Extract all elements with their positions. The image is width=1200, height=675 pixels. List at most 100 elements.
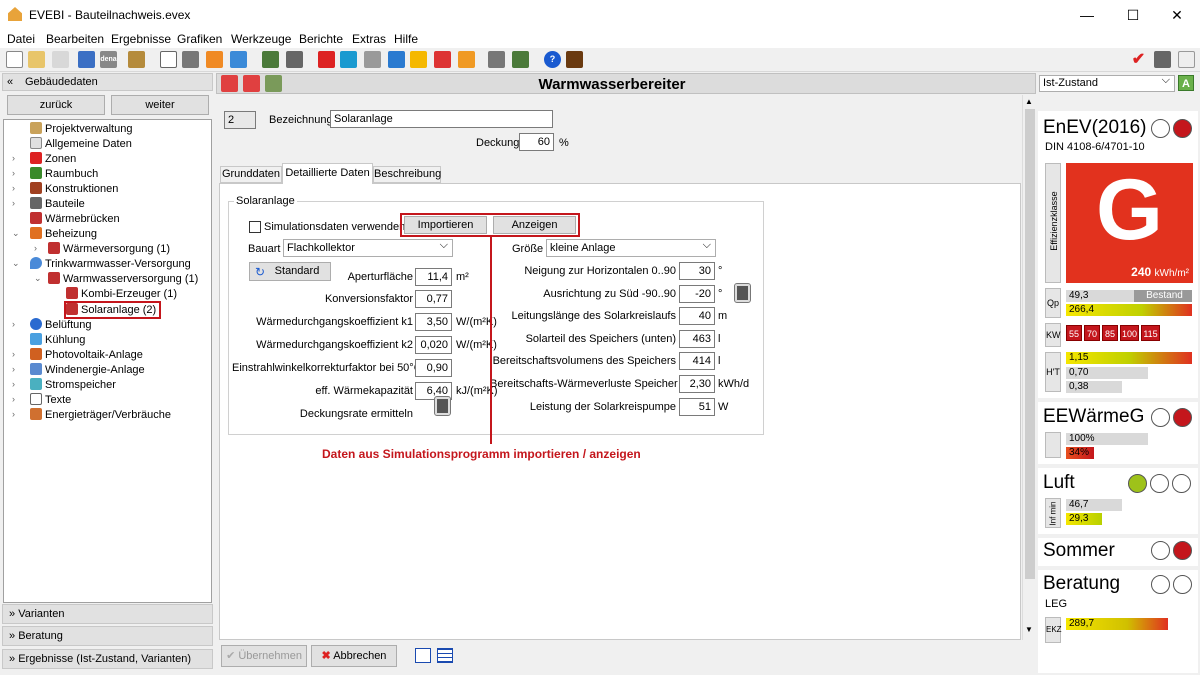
- tree-item-waermebruecken[interactable]: Wärmebrücken: [30, 212, 120, 227]
- list-icon[interactable]: [182, 51, 199, 68]
- tree-item-allgemeine-daten[interactable]: Allgemeine Daten: [30, 137, 132, 152]
- tree-item-kombi-erzeuger[interactable]: Kombi-Erzeuger (1): [66, 287, 177, 302]
- tree-item-trinkwarmwasser[interactable]: Trinkwarmwasser-Versorgung: [30, 257, 191, 272]
- tree-item-waermeversorgung[interactable]: Wärmeversorgung (1): [48, 242, 170, 257]
- field-input[interactable]: 463: [679, 330, 715, 348]
- tree-item-photovoltaik[interactable]: Photovoltaik-Anlage: [30, 348, 143, 363]
- menu-ergebnisse[interactable]: Ergebnisse: [111, 32, 171, 46]
- chart-icon[interactable]: [1178, 51, 1195, 68]
- calculator-icon[interactable]: [734, 283, 751, 303]
- scroll-thumb[interactable]: [1025, 109, 1035, 579]
- menu-bearbeiten[interactable]: Bearbeiten: [46, 32, 104, 46]
- menu-extras[interactable]: Extras: [352, 32, 386, 46]
- field-input[interactable]: 0,90: [415, 359, 452, 377]
- expand-icon[interactable]: ›: [12, 319, 15, 329]
- left-pane-header[interactable]: « Gebäudedaten: [2, 73, 213, 91]
- bauart-select[interactable]: Flachkollektor: [283, 237, 453, 257]
- menu-grafiken[interactable]: Grafiken: [177, 32, 222, 46]
- calc-icon[interactable]: [286, 51, 303, 68]
- calculator-icon[interactable]: [434, 396, 451, 416]
- menu-berichte[interactable]: Berichte: [299, 32, 343, 46]
- field-input[interactable]: 0,77: [415, 290, 452, 308]
- tree-item-raumbuch[interactable]: Raumbuch: [30, 167, 98, 182]
- report-icon[interactable]: [488, 51, 505, 68]
- beratung-panel[interactable]: » Beratung: [2, 626, 213, 646]
- menu-hilfe[interactable]: Hilfe: [394, 32, 418, 46]
- a-icon[interactable]: A: [1178, 75, 1194, 91]
- field-input[interactable]: 3,50: [415, 313, 452, 331]
- expand-icon[interactable]: ›: [12, 394, 15, 404]
- export-icon[interactable]: [206, 51, 223, 68]
- back-button[interactable]: zurück: [7, 95, 105, 115]
- ergebnisse-panel[interactable]: » Ergebnisse (Ist-Zustand, Varianten): [2, 649, 213, 669]
- number-field[interactable]: 2: [224, 111, 256, 129]
- minimize-button[interactable]: —: [1064, 4, 1110, 26]
- field-input[interactable]: 11,4: [415, 268, 452, 286]
- dena-icon[interactable]: dena: [100, 51, 117, 68]
- scroll-up-icon[interactable]: ▲: [1025, 97, 1033, 106]
- expand-icon[interactable]: ›: [12, 409, 15, 419]
- show-button[interactable]: Anzeigen: [493, 216, 576, 234]
- forward-button[interactable]: weiter: [111, 95, 209, 115]
- device-icon[interactable]: [566, 51, 583, 68]
- simulation-checkbox[interactable]: [249, 221, 261, 233]
- field-input[interactable]: 0,020: [415, 336, 452, 354]
- grid-icon[interactable]: [340, 51, 357, 68]
- field-input[interactable]: 30: [679, 262, 715, 280]
- field-input[interactable]: -20: [679, 285, 715, 303]
- tree-item-konstruktionen[interactable]: Konstruktionen: [30, 182, 118, 197]
- collapse-icon[interactable]: ⌄: [12, 228, 20, 239]
- tree-item-windenergie[interactable]: Windenergie-Anlage: [30, 363, 145, 378]
- tree-item-projektverwaltung[interactable]: Projektverwaltung: [30, 122, 132, 137]
- tree-icon[interactable]: [262, 51, 279, 68]
- tree-item-warmwasserversorgung[interactable]: Warmwasserversorgung (1): [48, 272, 198, 287]
- varianten-panel[interactable]: » Varianten: [2, 604, 213, 624]
- redo-icon[interactable]: [78, 51, 95, 68]
- sun-icon[interactable]: [410, 51, 427, 68]
- check-list-icon[interactable]: [512, 51, 529, 68]
- collapse-icon[interactable]: ⌄: [12, 258, 20, 269]
- window-icon[interactable]: [318, 51, 335, 68]
- tree-item-beheizung[interactable]: Beheizung: [30, 227, 97, 242]
- help-icon[interactable]: ?: [544, 51, 561, 68]
- open-folder-icon[interactable]: [28, 51, 45, 68]
- expand-icon[interactable]: ›: [12, 183, 15, 193]
- field-input[interactable]: 414: [679, 352, 715, 370]
- tree-item-bauteile[interactable]: Bauteile: [30, 197, 85, 212]
- main-scrollbar[interactable]: ▲ ▼: [1022, 95, 1036, 640]
- lightning-icon[interactable]: [434, 51, 451, 68]
- cancel-button[interactable]: ✖ Abbrechen: [311, 645, 397, 667]
- euro-icon[interactable]: [458, 51, 475, 68]
- groesse-select[interactable]: kleine Anlage: [546, 237, 716, 257]
- search-icon[interactable]: [364, 51, 381, 68]
- tab-grunddaten[interactable]: Grunddaten: [220, 166, 282, 183]
- deckung-input[interactable]: 60: [519, 133, 554, 151]
- new-file-icon[interactable]: [6, 51, 23, 68]
- expand-icon[interactable]: ›: [12, 198, 15, 208]
- field-input[interactable]: 51: [679, 398, 715, 416]
- accept-button[interactable]: ✔ Übernehmen: [221, 645, 307, 667]
- document-icon[interactable]: [160, 51, 177, 68]
- tree-item-kuehlung[interactable]: Kühlung: [30, 333, 85, 348]
- transfer-icon[interactable]: [1154, 51, 1171, 68]
- checkmark-icon[interactable]: ✔: [1130, 51, 1147, 68]
- tab-beschreibung[interactable]: Beschreibung: [373, 166, 441, 183]
- expand-icon[interactable]: ›: [12, 379, 15, 389]
- expand-icon[interactable]: ›: [12, 349, 15, 359]
- expand-icon[interactable]: ›: [34, 243, 37, 253]
- collapse-icon[interactable]: ⌄: [34, 273, 42, 284]
- tree-item-solaranlage[interactable]: Solaranlage (2): [64, 301, 162, 319]
- scroll-down-icon[interactable]: ▼: [1025, 625, 1033, 634]
- tree-item-belueftung[interactable]: Belüftung: [30, 318, 91, 333]
- tab-detaillierte-daten[interactable]: Detaillierte Daten: [282, 163, 373, 184]
- state-select[interactable]: Ist-Zustand: [1039, 73, 1175, 92]
- tree-item-zonen[interactable]: Zonen: [30, 152, 76, 167]
- tree-item-texte[interactable]: Texte: [30, 393, 71, 408]
- menu-datei[interactable]: Datei: [7, 32, 35, 46]
- maximize-button[interactable]: ☐: [1110, 4, 1156, 26]
- wand-icon[interactable]: [128, 51, 145, 68]
- tree-item-energietraeger[interactable]: Energieträger/Verbräuche: [30, 408, 171, 423]
- table-view-icon[interactable]: [437, 648, 453, 663]
- expand-icon[interactable]: ›: [12, 364, 15, 374]
- menu-werkzeuge[interactable]: Werkzeuge: [231, 32, 291, 46]
